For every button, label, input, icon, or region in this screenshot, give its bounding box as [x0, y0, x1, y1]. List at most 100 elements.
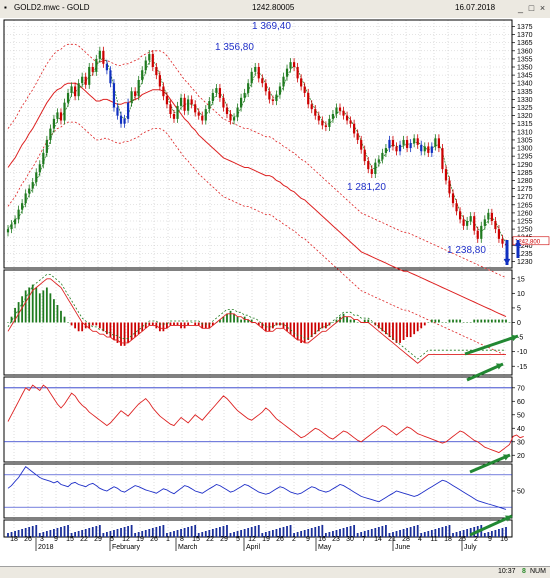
- candle-body: [388, 139, 391, 149]
- osc-histogram-bar: [505, 319, 507, 323]
- x-tick-label: 16: [318, 536, 326, 543]
- price-tick-label: 1260: [517, 210, 533, 217]
- price-tick-label: 1365: [517, 40, 533, 47]
- candle-body: [434, 138, 437, 147]
- osc-histogram-bar: [127, 322, 129, 343]
- osc-histogram-bar: [437, 319, 440, 323]
- candle-body: [172, 114, 176, 119]
- candle-body: [45, 139, 48, 153]
- candle-body: [35, 172, 38, 183]
- volume-bar: [49, 530, 52, 537]
- osc-tick-label: 0: [517, 320, 521, 327]
- osc-histogram-bar: [487, 319, 490, 323]
- price-tick-label: 1330: [517, 97, 533, 104]
- x-tick-label: 11: [430, 536, 437, 543]
- candle-body: [458, 211, 462, 220]
- close-icon[interactable]: ×: [537, 3, 548, 14]
- price-tick-label: 1340: [517, 81, 533, 88]
- candle-body: [349, 120, 352, 124]
- restore-icon[interactable]: □: [526, 3, 537, 14]
- price-tick-label: 1230: [517, 259, 533, 266]
- candle-body: [391, 139, 395, 147]
- status-time: 10:37: [498, 568, 516, 575]
- candle-body: [473, 216, 476, 231]
- osc-histogram-bar: [406, 322, 409, 338]
- rsi-tick-label: 30: [517, 439, 525, 446]
- candle-body: [66, 92, 70, 103]
- osc-histogram-bar: [416, 322, 419, 332]
- window-titlebar[interactable]: ▪ GOLD2.mwc - GOLD 1242.80005 16.07.2018…: [0, 0, 550, 19]
- volume-bar: [314, 527, 317, 537]
- x-tick-label: 22: [206, 536, 214, 543]
- osc-histogram-bar: [427, 322, 430, 323]
- candle-body: [282, 76, 285, 87]
- candle-body: [307, 92, 310, 105]
- candle-body: [480, 225, 483, 239]
- price-tick-label: 1250: [517, 227, 533, 234]
- osc-histogram-bar: [420, 322, 423, 329]
- volume-bar: [399, 530, 401, 537]
- candle-body: [487, 212, 490, 220]
- volume-bar: [74, 532, 77, 537]
- x-tick-label: 5: [110, 536, 114, 543]
- x-tick-label: 3: [40, 536, 44, 543]
- osc-histogram-bar: [395, 322, 398, 343]
- osc-histogram-bar: [240, 319, 243, 323]
- volume-bar: [413, 526, 416, 537]
- osc-histogram-bar: [53, 299, 55, 323]
- osc-histogram-bar: [7, 322, 9, 323]
- candle-body: [211, 92, 214, 102]
- candle-body: [98, 50, 101, 59]
- x-tick-label: 9: [54, 536, 58, 543]
- volume-bar: [441, 527, 444, 537]
- osc-histogram-bar: [63, 316, 66, 323]
- candle-body: [321, 120, 324, 126]
- volume-bar: [483, 533, 486, 537]
- candle-body: [95, 58, 98, 72]
- volume-bar: [370, 529, 373, 537]
- osc-histogram-bar: [342, 313, 345, 323]
- candle-body: [342, 110, 345, 116]
- volume-bar: [409, 527, 412, 537]
- candle-body: [179, 97, 183, 106]
- osc-histogram-bar: [430, 319, 433, 323]
- osc-histogram-bar: [45, 287, 48, 323]
- candle-body: [483, 219, 486, 226]
- volume-bar: [21, 529, 24, 537]
- osc-histogram-bar: [137, 322, 140, 335]
- candle-body: [21, 203, 24, 210]
- candle-body: [183, 97, 186, 111]
- price-readout: 1242.80005: [252, 3, 295, 12]
- candle-body: [91, 67, 94, 72]
- candle-body: [52, 118, 56, 129]
- candle-body: [264, 83, 267, 92]
- candle-body: [229, 114, 232, 121]
- candle-body: [126, 102, 130, 119]
- volume-bar: [328, 532, 331, 537]
- osc-histogram-bar: [399, 322, 401, 343]
- candle-body: [109, 70, 112, 84]
- osc-histogram-bar: [462, 322, 465, 323]
- osc-histogram-bar: [494, 319, 497, 323]
- osc-histogram-bar: [310, 322, 313, 338]
- osc-histogram-bar: [296, 322, 299, 340]
- osc-histogram-bar: [423, 322, 426, 326]
- candle-body: [296, 67, 299, 79]
- osc-tick-label: -5: [517, 335, 523, 342]
- status-mode: NUM: [530, 568, 546, 575]
- osc-histogram-bar: [480, 319, 483, 323]
- candle-body: [74, 86, 77, 97]
- candle-body: [374, 162, 377, 174]
- osc-histogram-bar: [385, 322, 387, 335]
- chart-area[interactable]: 1230123512401245125012551260126512701275…: [0, 18, 550, 566]
- candle-body: [501, 238, 504, 244]
- status-indicator: 8: [522, 568, 526, 575]
- candle-body: [360, 139, 363, 150]
- price-tick-label: 1370: [517, 32, 533, 39]
- osc-histogram-bar: [24, 290, 27, 323]
- osc-histogram-bar: [448, 319, 451, 323]
- osc-histogram-bar: [498, 319, 500, 323]
- candle-body: [261, 78, 264, 84]
- osc-histogram-bar: [476, 319, 479, 323]
- minimize-icon[interactable]: _: [515, 3, 526, 14]
